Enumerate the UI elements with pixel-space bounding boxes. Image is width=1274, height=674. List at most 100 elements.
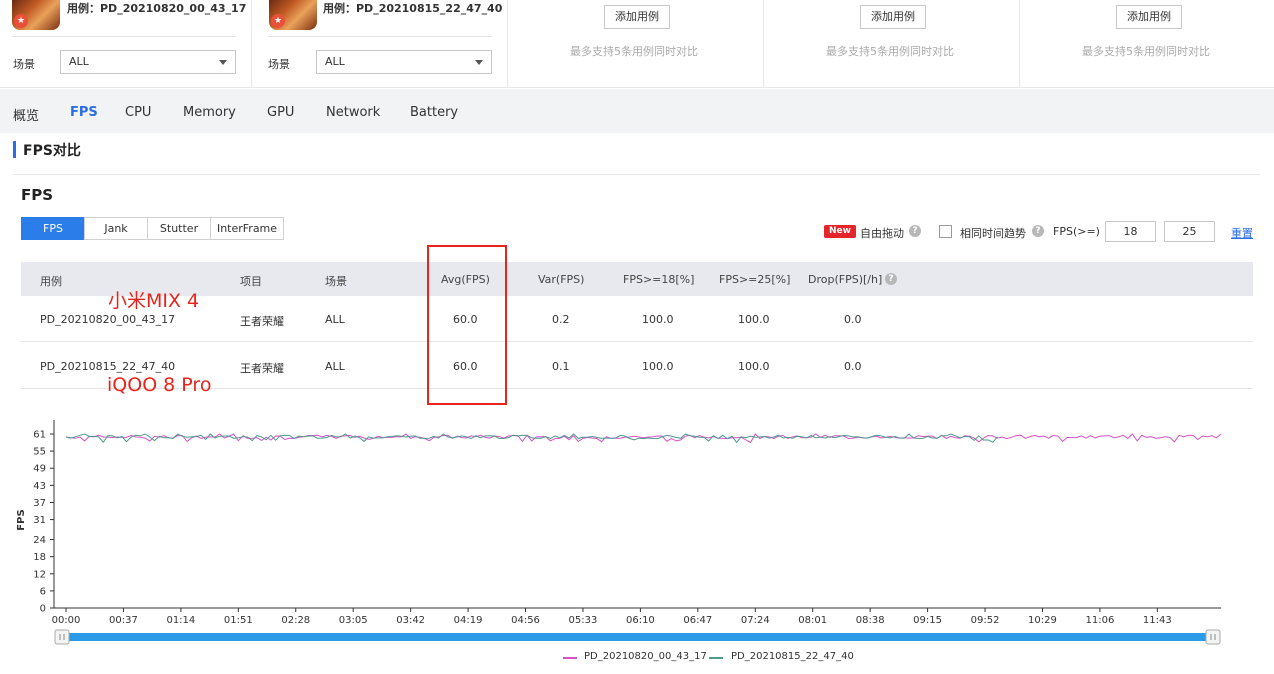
tab-network[interactable]: Network [326,105,380,120]
chevron-down-icon [475,60,483,65]
y-tick-label: 0 [40,604,46,615]
th-scene: 场景 [325,275,347,288]
cell-fps-ge-25: 100.0 [738,360,770,373]
tab-cpu[interactable]: CPU [125,105,151,120]
y-tick-label: 6 [40,586,46,597]
th-fps-ge-18[interactable]: FPS>=18[%] [623,273,694,286]
x-tick-label: 09:52 [971,615,1000,626]
reset-link[interactable]: 重置 [1231,225,1253,241]
game-avatar: ★ [269,0,317,30]
subtab-interframe[interactable]: InterFrame [210,217,284,240]
section-title: FPS对比 [23,143,81,159]
device-annotation: 小米MIX 4 [108,290,200,312]
scene-label: 场景 [13,58,35,71]
add-case-button[interactable]: 添加用例 [604,5,670,29]
cell-fps-ge-18: 100.0 [642,360,674,373]
same-time-trend-checkbox[interactable] [939,225,952,238]
fps-line-chart[interactable]: 0 6 12 18 24 31 37 43 49 55 61 FPS 00:00 00:37 01:14 01… [0,410,1274,674]
cell-drop-fps: 0.0 [844,360,862,373]
legend-swatch-series-1 [563,657,577,659]
x-tick-label: 08:01 [798,615,827,626]
section-accent-bar [13,141,16,158]
th-drop-fps[interactable]: Drop(FPS)[/h] [808,273,882,286]
help-icon[interactable]: ? [909,225,921,237]
y-tick-label: 12 [33,569,46,580]
cell-fps-ge-18: 100.0 [642,313,674,326]
same-time-trend-label: 相同时间趋势 [960,227,1026,240]
help-icon[interactable]: ? [885,273,897,285]
legend-series-1[interactable]: PD_20210820_00_43_17 [584,651,707,662]
cell-scene: ALL [325,360,345,373]
y-tick-label: 61 [33,430,46,441]
x-tick-label: 03:42 [396,615,425,626]
scene-select[interactable]: ALL [316,50,492,74]
add-case-button[interactable]: 添加用例 [1116,5,1182,29]
divider [268,36,492,37]
empty-case-slot: 添加用例 最多支持5条用例同时对比 [1020,0,1274,88]
slot-hint: 最多支持5条用例同时对比 [826,45,954,58]
cell-scene: ALL [325,313,345,326]
th-var-fps[interactable]: Var(FPS) [538,273,584,286]
slot-hint: 最多支持5条用例同时对比 [570,45,698,58]
scene-select-value: ALL [325,55,345,68]
case-card-2: ★ 用例：PD_20210815_22_47_40 场景 ALL [252,0,508,88]
x-tick-label: 09:15 [913,615,942,626]
free-drag-toggle[interactable]: 自由拖动 [860,225,904,241]
y-tick-label: 43 [33,481,46,492]
subtab-fps[interactable]: FPS [21,217,85,240]
add-case-button[interactable]: 添加用例 [860,5,926,29]
case-compare-bar: ★ 用例：PD_20210820_00_43_17 场景 ALL ★ 用例：PD… [0,0,1274,88]
x-tick-label: 00:37 [109,615,138,626]
empty-case-slot: 添加用例 最多支持5条用例同时对比 [764,0,1020,88]
fps-threshold-label: FPS(>=) [1053,225,1100,238]
subtab-jank[interactable]: Jank [84,217,148,240]
cell-var-fps: 0.2 [552,313,570,326]
scene-select-value: ALL [69,55,89,68]
scene-label: 场景 [268,58,290,71]
th-project: 项目 [240,275,262,288]
x-tick-label: 10:29 [1028,615,1057,626]
device-annotation: iQOO 8 Pro [107,374,212,396]
table-header: 用例 项目 场景 Avg(FPS) Var(FPS) FPS>=18[%] FP… [21,262,1253,296]
x-tick-label: 06:10 [626,615,655,626]
subtab-stutter[interactable]: Stutter [147,217,211,240]
zoom-slider-track[interactable] [56,633,1217,641]
zoom-handle-right[interactable] [1205,629,1221,645]
x-tick-label: 07:24 [741,615,770,626]
cell-case: PD_20210820_00_43_17 [40,313,176,326]
x-tick-label: 11:43 [1143,615,1172,626]
cell-var-fps: 0.1 [552,360,570,373]
star-icon: ★ [271,14,285,28]
cell-case: PD_20210815_22_47_40 [40,360,176,373]
tab-fps[interactable]: FPS [70,105,98,120]
divider [13,174,1260,175]
tab-overview[interactable]: 概览 [13,105,39,124]
case-card-1: ★ 用例：PD_20210820_00_43_17 场景 ALL [0,0,252,88]
legend-swatch-series-2 [709,657,723,659]
legend-series-2[interactable]: PD_20210815_22_47_40 [731,651,854,662]
scene-select[interactable]: ALL [60,50,236,74]
x-tick-label: 01:51 [224,615,253,626]
fps-threshold-input-1[interactable]: 18 [1105,221,1156,242]
table-row: PD_20210820_00_43_17 王者荣耀 ALL 60.0 0.2 1… [21,296,1253,342]
divider [12,36,236,37]
help-icon[interactable]: ? [1032,225,1044,237]
y-tick-label: 31 [33,515,46,526]
cell-project: 王者荣耀 [240,362,284,375]
fps-threshold-input-2[interactable]: 25 [1164,221,1215,242]
zoom-handle-left[interactable] [54,629,70,645]
th-fps-ge-25[interactable]: FPS>=25[%] [719,273,790,286]
y-tick-label: 18 [33,552,46,563]
cell-fps-ge-25: 100.0 [738,313,770,326]
game-avatar: ★ [12,0,60,30]
y-tick-label: 55 [33,447,46,458]
tab-gpu[interactable]: GPU [267,105,294,120]
tab-memory[interactable]: Memory [183,105,236,120]
y-tick-label: 24 [33,535,46,546]
metric-tabs: 概览 FPS CPU Memory GPU Network Battery [0,89,1274,133]
th-case: 用例 [40,275,62,288]
x-tick-label: 01:14 [166,615,195,626]
avg-fps-highlight-box [427,245,507,405]
new-badge: New [824,225,856,238]
tab-battery[interactable]: Battery [410,105,458,120]
